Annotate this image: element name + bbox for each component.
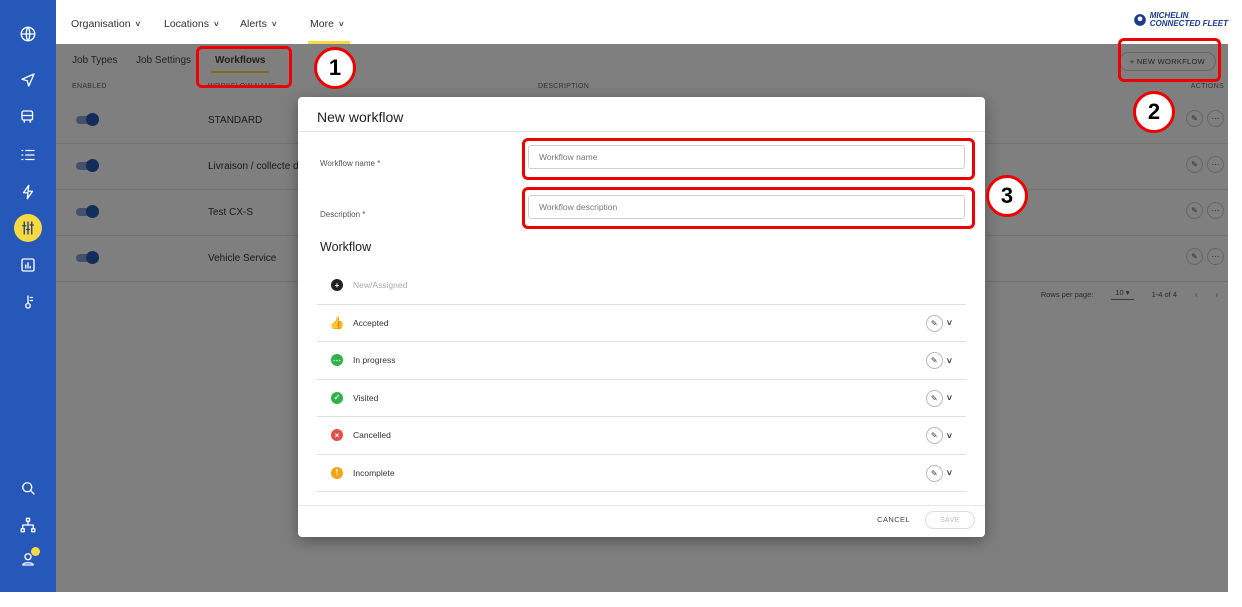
brand-line2: CONNECTED FLEET: [1149, 19, 1228, 28]
search-icon[interactable]: [14, 474, 42, 502]
nav-label: Alerts: [240, 18, 267, 30]
status-label: Visited: [353, 392, 379, 403]
chart-icon[interactable]: [14, 251, 42, 279]
chevron-down-icon[interactable]: ˅: [947, 356, 952, 366]
cancel-button[interactable]: CANCEL: [877, 515, 910, 524]
michelin-logo-icon: [1133, 14, 1146, 26]
status-label: In progress: [353, 355, 396, 366]
status-label: Accepted: [353, 317, 389, 328]
x-circle-icon: ×: [331, 429, 343, 442]
thermometer-icon[interactable]: [14, 288, 42, 316]
highlight-box-description: [522, 187, 975, 229]
nav-locations[interactable]: Locations ˅: [164, 18, 219, 30]
user-icon[interactable]: [14, 545, 42, 573]
chevron-down-icon: ˅: [213, 19, 219, 29]
status-label: Cancelled: [353, 430, 391, 441]
thumbs-up-icon: 👍: [329, 315, 345, 330]
callout-2: 2: [1133, 91, 1175, 133]
alert-circle-icon: !: [331, 466, 343, 479]
sliders-icon[interactable]: [14, 214, 42, 242]
vehicle-icon[interactable]: [14, 103, 42, 131]
sidebar: [0, 0, 56, 592]
chevron-down-icon: ˅: [271, 19, 277, 29]
workflow-name-label: Workflow name *: [320, 159, 381, 168]
status-in-progress: ⋯ In progress ✎ ˅: [317, 342, 966, 380]
more-circle-icon: ⋯: [331, 354, 343, 367]
edit-icon[interactable]: ✎: [925, 314, 943, 332]
top-navigation: Organisation ˅ Locations ˅ Alerts ˅ More…: [56, 0, 1228, 44]
status-label: Incomplete: [353, 467, 395, 478]
status-new-assigned: + New/Assigned: [317, 267, 966, 305]
edit-icon[interactable]: ✎: [925, 352, 943, 369]
nav-label: More: [310, 18, 334, 30]
divider: [298, 131, 985, 132]
nav-alerts[interactable]: Alerts ˅: [240, 18, 277, 30]
edit-icon[interactable]: ✎: [925, 427, 943, 444]
status-incomplete: ! Incomplete ✎ ˅: [317, 455, 966, 492]
workflow-heading: Workflow: [320, 240, 372, 254]
callout-1: 1: [314, 47, 356, 89]
divider: [298, 505, 985, 506]
highlight-box-workflows-tab: [196, 46, 292, 88]
plus-circle-icon: +: [331, 279, 343, 292]
status-label: New/Assigned: [353, 280, 408, 291]
dialog-title: New workflow: [317, 109, 404, 125]
status-accepted: 👍 Accepted ✎ ˅: [317, 305, 966, 342]
callout-3: 3: [986, 175, 1028, 217]
nav-more[interactable]: More ˅: [308, 18, 350, 44]
navigation-icon[interactable]: [14, 66, 42, 94]
list-icon[interactable]: [14, 141, 42, 169]
status-cancelled: × Cancelled ✎ ˅: [317, 417, 966, 455]
network-icon[interactable]: [14, 511, 42, 539]
chevron-down-icon[interactable]: ˅: [947, 318, 952, 328]
workflow-status-list: + New/Assigned 👍 Accepted ✎ ˅ ⋯ In progre…: [317, 267, 966, 492]
highlight-box-new-workflow: [1118, 38, 1221, 82]
brand-logo: MICHELIN CONNECTED FLEET: [1133, 12, 1228, 28]
chevron-down-icon: ˅: [338, 19, 344, 29]
nav-organisation[interactable]: Organisation ˅: [71, 18, 140, 30]
chevron-down-icon[interactable]: ˅: [947, 468, 952, 478]
chevron-down-icon[interactable]: ˅: [947, 431, 952, 441]
chevron-down-icon: ˅: [135, 19, 141, 29]
highlight-box-workflow-name: [522, 138, 975, 180]
globe-icon[interactable]: [14, 20, 42, 48]
notification-badge: [31, 547, 40, 556]
check-circle-icon: ✓: [331, 391, 343, 404]
lightning-icon[interactable]: [14, 178, 42, 206]
status-visited: ✓ Visited ✎ ˅: [317, 380, 966, 417]
edit-icon[interactable]: ✎: [925, 464, 943, 482]
description-label: Description *: [320, 210, 366, 219]
nav-label: Locations: [164, 18, 209, 30]
bottom-strip: [0, 592, 1242, 607]
edit-icon[interactable]: ✎: [925, 389, 943, 407]
save-button[interactable]: SAVE: [925, 511, 975, 529]
nav-label: Organisation: [71, 18, 131, 30]
chevron-down-icon[interactable]: ˅: [947, 393, 952, 403]
